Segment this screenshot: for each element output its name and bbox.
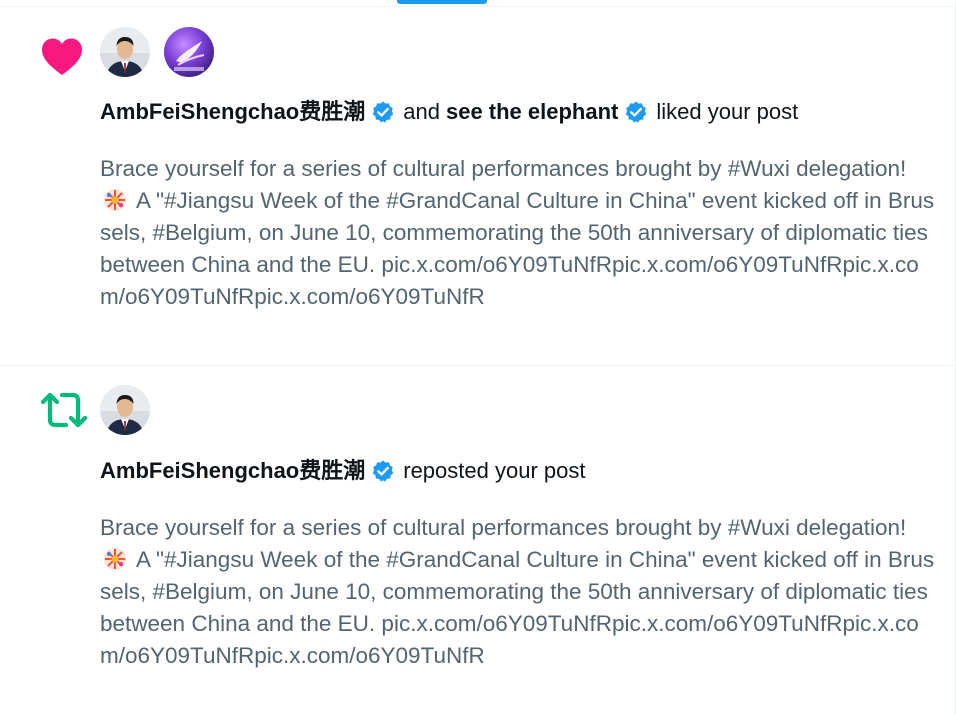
- action-text: liked your post: [656, 99, 799, 124]
- actor-name-link[interactable]: AmbFeiShengchao费胜潮: [100, 98, 365, 126]
- liker-avatars: [100, 27, 214, 77]
- verified-badge-icon: [624, 100, 648, 124]
- notification-repost[interactable]: AmbFeiShengchao费胜潮 reposted your post Br…: [0, 366, 955, 714]
- avatar[interactable]: [100, 27, 150, 77]
- heart-icon: [40, 37, 84, 77]
- post-text-part: Brace yourself for a series of cultural …: [100, 156, 907, 181]
- verified-badge-icon: [371, 100, 395, 124]
- active-tab-indicator: [397, 0, 487, 4]
- avatar[interactable]: [100, 385, 150, 435]
- action-text: reposted your post: [403, 458, 586, 483]
- verified-badge-icon: [371, 459, 395, 483]
- notification-summary: AmbFeiShengchao费胜潮 reposted your post: [100, 457, 935, 485]
- actor-name-link[interactable]: see the elephant: [446, 98, 618, 126]
- avatar[interactable]: [164, 27, 214, 77]
- post-text-part: A "#Jiangsu Week of the #GrandCanal Cult…: [100, 547, 935, 668]
- repost-icon: [40, 390, 88, 430]
- post-text-part: A "#Jiangsu Week of the #GrandCanal Cult…: [100, 188, 935, 309]
- notifications-timeline: AmbFeiShengchao费胜潮 and see the elephant …: [0, 0, 956, 714]
- reposter-avatars: [100, 385, 150, 435]
- notification-summary: AmbFeiShengchao费胜潮 and see the elephant …: [100, 98, 935, 126]
- post-preview-text[interactable]: Brace yourself for a series of cultural …: [100, 512, 936, 672]
- post-preview-text[interactable]: Brace yourself for a series of cultural …: [100, 153, 936, 313]
- post-text-part: Brace yourself for a series of cultural …: [100, 515, 907, 540]
- joiner-text: and: [403, 99, 440, 124]
- sparkler-emoji: [102, 546, 128, 572]
- actor-name-link[interactable]: AmbFeiShengchao费胜潮: [100, 457, 365, 485]
- notification-like[interactable]: AmbFeiShengchao费胜潮 and see the elephant …: [0, 6, 955, 366]
- sparkler-emoji: [102, 187, 128, 213]
